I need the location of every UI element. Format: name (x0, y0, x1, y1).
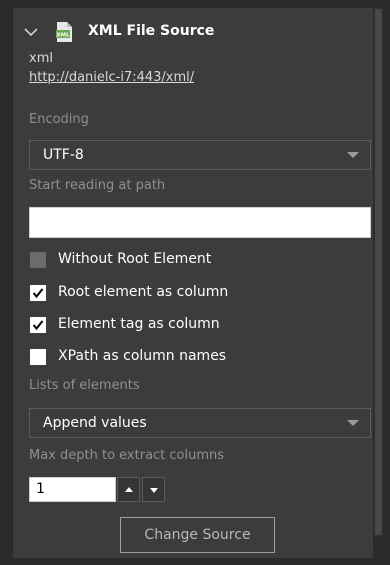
svg-text:XML: XML (56, 33, 70, 39)
checkbox-element-tag-as-column[interactable] (30, 317, 46, 333)
option-root-element-as-column[interactable]: Root element as column (29, 284, 349, 304)
panel-title: XML File Source (88, 23, 215, 39)
checkmark-icon (32, 288, 44, 299)
depth-input[interactable]: 1 (29, 477, 116, 502)
encoding-select[interactable]: UTF-8 (29, 140, 371, 170)
depth-increment-button[interactable] (117, 477, 140, 502)
lists-label: Lists of elements (29, 378, 140, 393)
checkmark-icon (32, 320, 44, 331)
panel-header[interactable]: XML XML File Source (23, 22, 363, 44)
option-label: XPath as column names (58, 348, 227, 364)
depth-label: Max depth to extract columns (29, 448, 225, 463)
option-label: Without Root Element (58, 251, 212, 267)
checkbox-xpath-as-column-names[interactable] (30, 349, 46, 365)
dropdown-arrow-icon (347, 152, 359, 158)
option-label: Root element as column (58, 284, 229, 300)
option-element-tag-as-column[interactable]: Element tag as column (29, 316, 349, 336)
xml-source-panel: XML XML File Source xml http://danielc-i… (12, 7, 374, 559)
path-input[interactable] (29, 207, 371, 238)
lists-select-value: Append values (43, 415, 147, 431)
depth-decrement-button[interactable] (142, 477, 165, 502)
chevron-down-icon[interactable] (24, 26, 38, 38)
source-type: xml (29, 51, 53, 66)
scrollbar-thumb[interactable] (375, 9, 382, 535)
encoding-select-value: UTF-8 (43, 147, 84, 163)
change-source-button[interactable]: Change Source (120, 517, 275, 553)
checkbox-without-root-element[interactable] (30, 252, 46, 268)
option-without-root-element[interactable]: Without Root Element (29, 251, 349, 271)
option-label: Element tag as column (58, 316, 220, 332)
vertical-scrollbar[interactable] (374, 7, 383, 537)
dropdown-arrow-icon (347, 420, 359, 426)
depth-input-value: 1 (36, 481, 45, 497)
arrow-down-icon (150, 488, 158, 493)
encoding-label: Encoding (29, 112, 89, 127)
option-xpath-as-column-names[interactable]: XPath as column names (29, 348, 349, 368)
lists-select[interactable]: Append values (29, 408, 371, 438)
arrow-up-icon (125, 487, 133, 492)
source-url-link[interactable]: http://danielc-i7:443/xml/ (29, 70, 194, 85)
path-label: Start reading at path (29, 178, 166, 193)
checkbox-root-element-as-column[interactable] (30, 285, 46, 301)
xml-file-icon: XML (56, 22, 72, 42)
